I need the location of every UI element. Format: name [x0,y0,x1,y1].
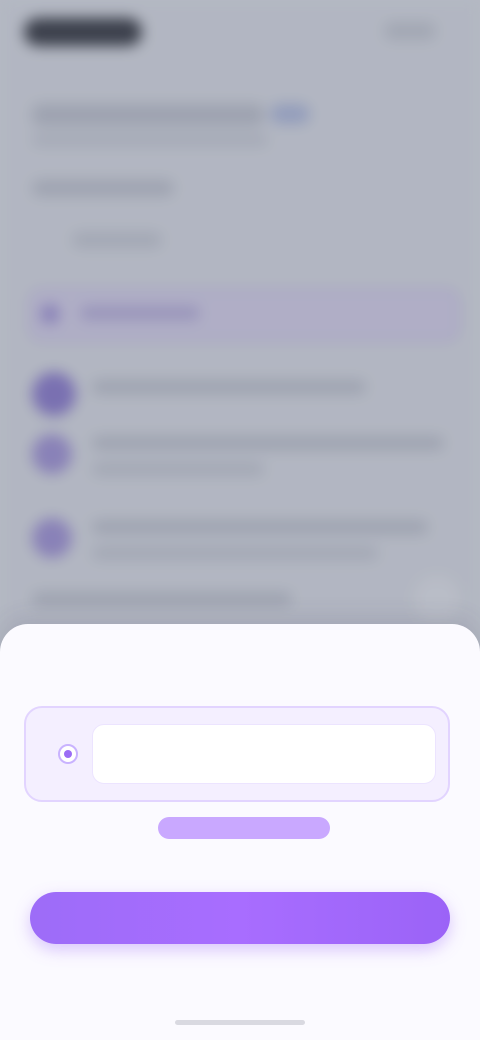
selected-option-card[interactable] [24,706,450,802]
option-field[interactable] [92,724,436,784]
radio-selected-icon[interactable] [58,744,78,764]
primary-action-button[interactable] [30,892,450,944]
inline-link[interactable] [158,817,330,839]
home-indicator [175,1020,305,1025]
bottom-sheet [0,624,480,1040]
